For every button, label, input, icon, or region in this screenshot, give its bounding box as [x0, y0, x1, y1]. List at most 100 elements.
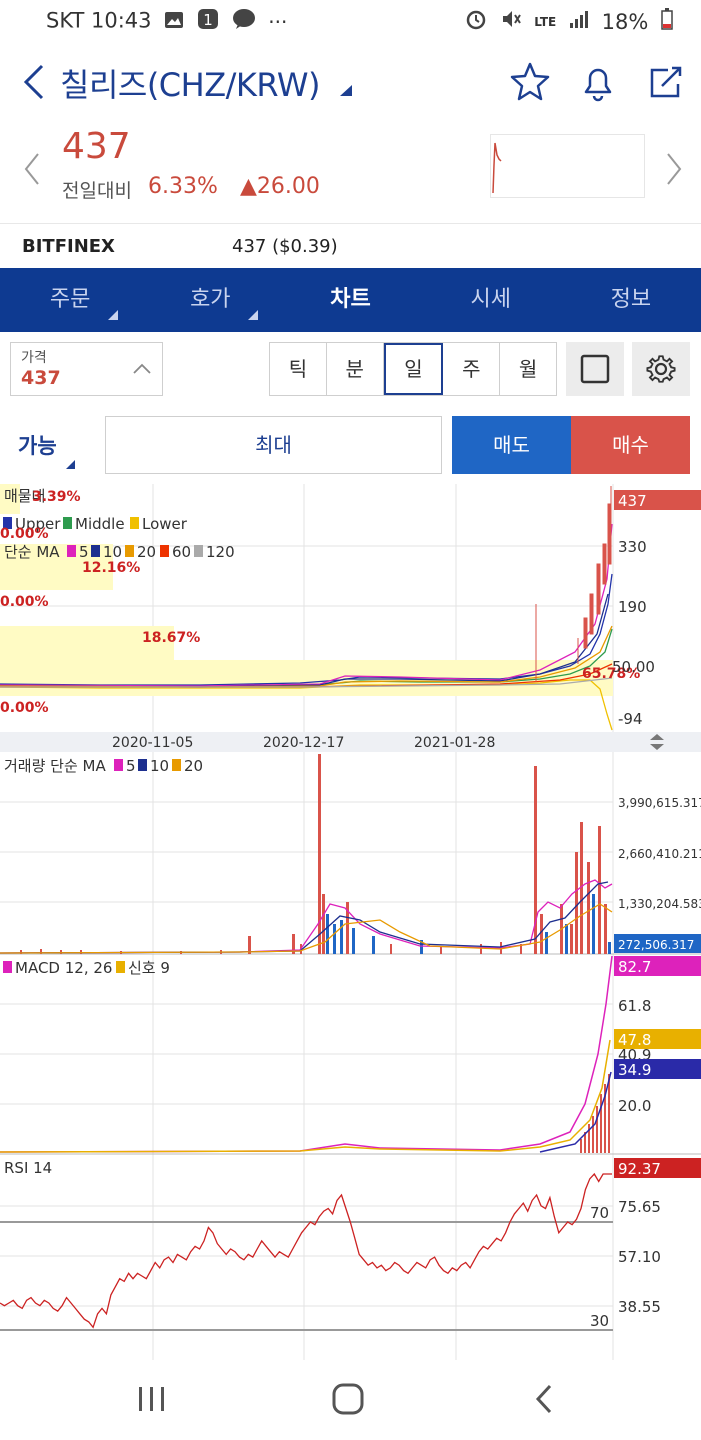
- period-month[interactable]: 월: [500, 343, 556, 395]
- period-week[interactable]: 주: [443, 343, 501, 395]
- price-tick-neg94: -94: [618, 710, 643, 728]
- price-type-select[interactable]: 가격 437: [10, 342, 163, 396]
- tab-label: 호가: [190, 287, 231, 312]
- vol-tick-3: 1,330,204.583: [618, 897, 701, 911]
- back-arrow-icon[interactable]: [18, 62, 48, 102]
- ma10-swatch: [91, 545, 100, 557]
- ma20-swatch: [125, 545, 134, 557]
- current-price: 437: [62, 126, 131, 167]
- home-icon[interactable]: [331, 1382, 365, 1420]
- rsi-legend-label: RSI 14: [4, 1159, 52, 1177]
- rsi-y-axis: 92.37 75.65 57.10 38.55: [614, 1158, 701, 1316]
- change-amount: ▲26.00: [240, 174, 320, 199]
- tab-menu-indicator-icon: [108, 310, 119, 320]
- next-coin-arrow-icon[interactable]: [664, 152, 684, 186]
- tab-chart[interactable]: 차트: [280, 268, 420, 332]
- chart-area[interactable]: 매물대 Upper Middle Lower 단순 MA 5 10 20 60 …: [0, 484, 701, 1360]
- vp-pct-1: 3.39%: [32, 489, 81, 505]
- vp-pct-7: 0.00%: [0, 700, 49, 716]
- rsi-line: [0, 1172, 612, 1329]
- volume-y-axis: 3,990,615.317 2,660,410.211 1,330,204.58…: [614, 796, 701, 953]
- favorite-star-icon[interactable]: [508, 60, 552, 104]
- tab-orderbook[interactable]: 호가: [140, 268, 280, 332]
- svg-text:1: 1: [203, 11, 213, 29]
- available-dropdown-icon[interactable]: [66, 460, 75, 469]
- page-title[interactable]: 칠리즈(CHZ/KRW): [60, 60, 320, 106]
- ma120-label: 120: [206, 543, 235, 561]
- bb-middle-label: Middle: [75, 515, 125, 533]
- vp-bar-6: [0, 660, 613, 696]
- rsi-value: 92.37: [618, 1160, 661, 1178]
- battery-percent: 18%: [601, 9, 649, 34]
- volume-ma-lines: [0, 879, 613, 954]
- volume-bars: [20, 754, 611, 954]
- price-tick-330: 330: [618, 538, 647, 556]
- macd-y-axis: 82.7 61.8 40.9 47.8 34.9 20.0: [614, 956, 701, 1115]
- bb-lower-swatch: [130, 517, 139, 529]
- ma5-label: 5: [79, 543, 89, 561]
- bb-middle-swatch: [63, 517, 72, 529]
- lte-icon: LTE: [534, 14, 557, 29]
- vp-pct-4: 0.00%: [0, 594, 49, 610]
- macd-signal-label: 신호 9: [128, 959, 170, 977]
- period-minute[interactable]: 분: [327, 343, 384, 395]
- alarm-icon: [465, 8, 487, 35]
- chart-layout-button[interactable]: [566, 342, 624, 396]
- vol-ma20-label: 20: [184, 757, 203, 775]
- rsi-tick-3: 38.55: [618, 1298, 661, 1316]
- price-current-value: 437: [618, 492, 647, 510]
- period-day[interactable]: 일: [383, 343, 444, 395]
- tab-info[interactable]: 정보: [561, 268, 701, 332]
- ma10-label: 10: [103, 543, 122, 561]
- vp-pct-3: 12.16%: [82, 560, 140, 576]
- vol-current-value: 272,506.317: [618, 938, 694, 952]
- buy-button[interactable]: 매수: [571, 416, 690, 474]
- change-percent: 6.33%: [148, 174, 218, 199]
- carrier-time: SKT 10:43: [46, 8, 152, 33]
- share-icon[interactable]: [644, 60, 688, 104]
- macd-legend-label: MACD 12, 26: [15, 959, 112, 977]
- bb-lower-label: Lower: [142, 515, 188, 533]
- signal-icon: [569, 9, 589, 34]
- tab-order[interactable]: 주문: [0, 268, 140, 332]
- vol-ma10-swatch: [138, 759, 147, 771]
- gear-icon: [646, 355, 676, 383]
- x-axis-band: [0, 732, 701, 752]
- vol-ma5-swatch: [114, 759, 123, 771]
- recent-apps-icon[interactable]: [135, 1384, 169, 1418]
- volume-legend: 거래량 단순 MA 5 10 20: [4, 757, 203, 775]
- vol-ma10-label: 10: [150, 757, 169, 775]
- rsi-legend: RSI 14 70 30: [4, 1159, 609, 1330]
- mute-icon: [500, 8, 522, 35]
- ma5-swatch: [67, 545, 76, 557]
- title-dropdown-icon[interactable]: [338, 82, 354, 96]
- max-button[interactable]: 최대: [105, 416, 442, 474]
- tab-quotes[interactable]: 시세: [421, 268, 561, 332]
- alarm-bell-icon[interactable]: [576, 60, 620, 104]
- price-tick-190: 190: [618, 598, 647, 616]
- vol-tick-2: 2,660,410.211: [618, 847, 701, 861]
- chart-settings-button[interactable]: [632, 342, 690, 396]
- tab-label: 시세: [470, 287, 511, 312]
- exchange-price: 437 ($0.39): [232, 236, 338, 257]
- prev-coin-arrow-icon[interactable]: [22, 152, 42, 186]
- more-dots-icon: ···: [268, 9, 288, 34]
- price-summary: 437 전일대비 6.33% ▲26.00: [0, 124, 701, 224]
- rsi-level-30-label: 30: [590, 1312, 609, 1330]
- price-select-value: 437: [21, 367, 61, 389]
- gallery-icon: [164, 10, 184, 34]
- x-axis-labels: 2020-11-05 2020-12-17 2021-01-28: [112, 735, 495, 751]
- available-label[interactable]: 가능: [18, 430, 57, 460]
- change-label: 전일대비: [62, 180, 132, 202]
- ma60-label: 60: [172, 543, 191, 561]
- vol-tick-1: 3,990,615.317: [618, 796, 701, 810]
- period-tick[interactable]: 틱: [270, 343, 327, 395]
- signal-value: 47.8: [618, 1031, 651, 1049]
- chart-svg[interactable]: 매물대 Upper Middle Lower 단순 MA 5 10 20 60 …: [0, 484, 701, 1360]
- tab-menu-indicator-icon: [248, 310, 259, 320]
- vp-pct-2: 0.00%: [0, 526, 49, 542]
- main-tabs: 주문 호가 차트 시세 정보: [0, 268, 701, 332]
- back-nav-icon[interactable]: [528, 1382, 562, 1420]
- sell-button[interactable]: 매도: [452, 416, 571, 474]
- rsi-tick-1: 75.65: [618, 1198, 661, 1216]
